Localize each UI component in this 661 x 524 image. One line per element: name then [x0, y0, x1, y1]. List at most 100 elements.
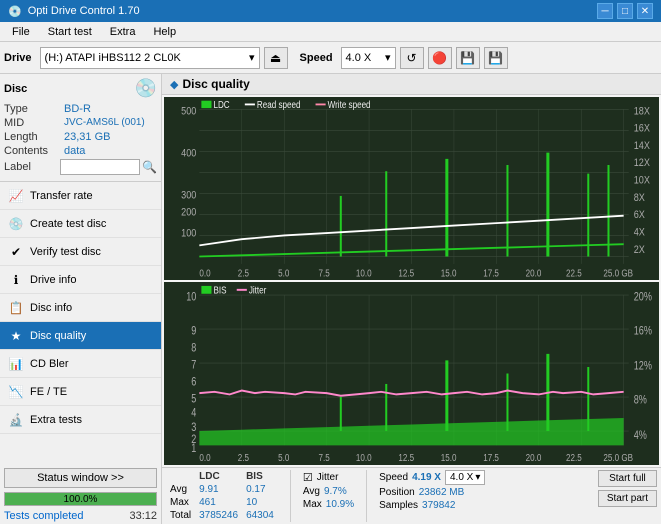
create-test-disc-icon: 💿: [8, 216, 24, 232]
disc-quality-title: Disc quality: [182, 77, 249, 91]
nav-disc-info[interactable]: 📋 Disc info: [0, 294, 161, 322]
progress-label: 100.0%: [5, 493, 156, 505]
nav-fe-te[interactable]: 📉 FE / TE: [0, 378, 161, 406]
svg-text:10: 10: [186, 290, 196, 303]
svg-text:2.5: 2.5: [238, 452, 249, 463]
max-ldc: 461: [195, 496, 242, 509]
nav-extra-tests[interactable]: 🔬 Extra tests: [0, 406, 161, 434]
toolbar-btn-4[interactable]: 💾: [484, 47, 508, 69]
svg-text:5.0: 5.0: [278, 452, 289, 463]
svg-text:6X: 6X: [634, 209, 645, 221]
label-btn[interactable]: 🔍: [142, 160, 157, 174]
stats-area: LDC BIS Avg 9.91 0.17 Max 461 10 Total 3…: [162, 467, 661, 524]
stats-ldc-header: LDC: [195, 470, 242, 483]
jitter-avg-val: 9.7%: [324, 486, 347, 497]
length-value: 23,31 GB: [64, 131, 157, 143]
svg-text:22.5: 22.5: [566, 452, 582, 463]
avg-ldc: 9.91: [195, 483, 242, 496]
contents-value: data: [64, 145, 157, 157]
nav-fe-te-label: FE / TE: [30, 386, 67, 398]
nav-drive-info[interactable]: ℹ Drive info: [0, 266, 161, 294]
toolbar-btn-2[interactable]: 🔴: [428, 47, 452, 69]
menu-help[interactable]: Help: [145, 24, 184, 40]
svg-text:2X: 2X: [634, 244, 645, 256]
dropdown-arrow: ▾: [249, 51, 255, 64]
start-part-button[interactable]: Start part: [598, 490, 657, 507]
svg-text:25.0 GB: 25.0 GB: [603, 452, 633, 463]
bottom-chart-container: 10 9 8 7 6 5 4 3 2 1 20% 16% 12% 8% 4%: [164, 282, 659, 465]
nav-create-test-disc[interactable]: 💿 Create test disc: [0, 210, 161, 238]
svg-text:18X: 18X: [634, 106, 650, 118]
title-bar: 💿 Opti Drive Control 1.70 ─ □ ✕: [0, 0, 661, 22]
right-panel: ◆ Disc quality: [162, 74, 661, 524]
nav-cd-bler[interactable]: 📊 CD Bler: [0, 350, 161, 378]
max-label: Max: [166, 496, 195, 509]
toolbar-btn-3[interactable]: 💾: [456, 47, 480, 69]
svg-text:12%: 12%: [634, 360, 652, 373]
svg-text:4: 4: [191, 407, 196, 420]
speed-info-label: Speed: [379, 472, 408, 483]
left-panel: Disc 💿 Type BD-R MID JVC-AMS6L (001) Len…: [0, 74, 162, 524]
position-label: Position: [379, 487, 415, 498]
svg-text:7.5: 7.5: [319, 452, 330, 463]
toolbar-btn-1[interactable]: ↺: [400, 47, 424, 69]
contents-label: Contents: [4, 145, 64, 157]
nav-extra-tests-label: Extra tests: [30, 414, 82, 426]
svg-text:9: 9: [191, 324, 196, 337]
jitter-section: ☑ Jitter Avg 9.7% Max 10.9%: [303, 470, 354, 511]
eject-button[interactable]: ⏏: [264, 47, 288, 69]
menu-extra[interactable]: Extra: [102, 24, 144, 40]
svg-text:BIS: BIS: [214, 285, 227, 296]
status-text: Tests completed: [4, 510, 83, 522]
svg-text:17.5: 17.5: [483, 268, 499, 279]
svg-text:8: 8: [191, 341, 196, 354]
avg-bis: 0.17: [242, 483, 278, 496]
svg-text:100: 100: [181, 228, 196, 240]
status-time: 33:12: [129, 510, 157, 522]
svg-text:20%: 20%: [634, 290, 652, 303]
top-chart-container: 500 400 300 200 100 18X 16X 14X 12X 10X …: [164, 97, 659, 280]
svg-text:7: 7: [191, 358, 196, 371]
nav-drive-info-label: Drive info: [30, 274, 76, 286]
speed-dropdown-arrow: ▾: [385, 51, 391, 64]
svg-text:0.0: 0.0: [199, 452, 210, 463]
nav-transfer-rate[interactable]: 📈 Transfer rate: [0, 182, 161, 210]
status-window-button[interactable]: Status window >>: [4, 468, 157, 488]
drive-info-icon: ℹ: [8, 272, 24, 288]
disc-quality-header: ◆ Disc quality: [162, 74, 661, 95]
svg-text:500: 500: [181, 106, 196, 118]
mid-label: MID: [4, 117, 64, 129]
svg-text:10.0: 10.0: [356, 268, 372, 279]
svg-text:2.5: 2.5: [238, 268, 249, 279]
app-icon: 💿: [8, 5, 22, 18]
svg-text:20.0: 20.0: [526, 452, 542, 463]
jitter-max-label: Max: [303, 499, 322, 510]
menu-file[interactable]: File: [4, 24, 38, 40]
svg-text:5: 5: [191, 392, 196, 405]
svg-text:1: 1: [191, 442, 196, 455]
label-input[interactable]: [60, 159, 140, 175]
speed-selector[interactable]: 4.0 X ▾: [341, 47, 396, 69]
svg-text:400: 400: [181, 148, 196, 160]
speed-dropdown[interactable]: 4.0 X ▾: [445, 470, 485, 485]
jitter-label: Jitter: [317, 472, 339, 483]
drive-selector[interactable]: (H:) ATAPI iHBS112 2 CL0K ▾: [40, 47, 260, 69]
svg-text:14X: 14X: [634, 140, 650, 152]
close-button[interactable]: ✕: [637, 3, 653, 19]
maximize-button[interactable]: □: [617, 3, 633, 19]
jitter-checkbox[interactable]: ☑: [303, 471, 313, 484]
top-chart-svg: 500 400 300 200 100 18X 16X 14X 12X 10X …: [164, 97, 659, 280]
type-value: BD-R: [64, 103, 157, 115]
menu-bar: File Start test Extra Help: [0, 22, 661, 42]
svg-text:Write speed: Write speed: [328, 99, 371, 110]
start-full-button[interactable]: Start full: [598, 470, 657, 487]
total-label: Total: [166, 509, 195, 522]
svg-text:15.0: 15.0: [441, 452, 457, 463]
nav-list: 📈 Transfer rate 💿 Create test disc ✔ Ver…: [0, 182, 161, 464]
nav-verify-test-disc[interactable]: ✔ Verify test disc: [0, 238, 161, 266]
minimize-button[interactable]: ─: [597, 3, 613, 19]
svg-text:16X: 16X: [634, 123, 650, 135]
nav-disc-quality[interactable]: ★ Disc quality: [0, 322, 161, 350]
svg-text:8%: 8%: [634, 393, 647, 406]
menu-start-test[interactable]: Start test: [40, 24, 100, 40]
